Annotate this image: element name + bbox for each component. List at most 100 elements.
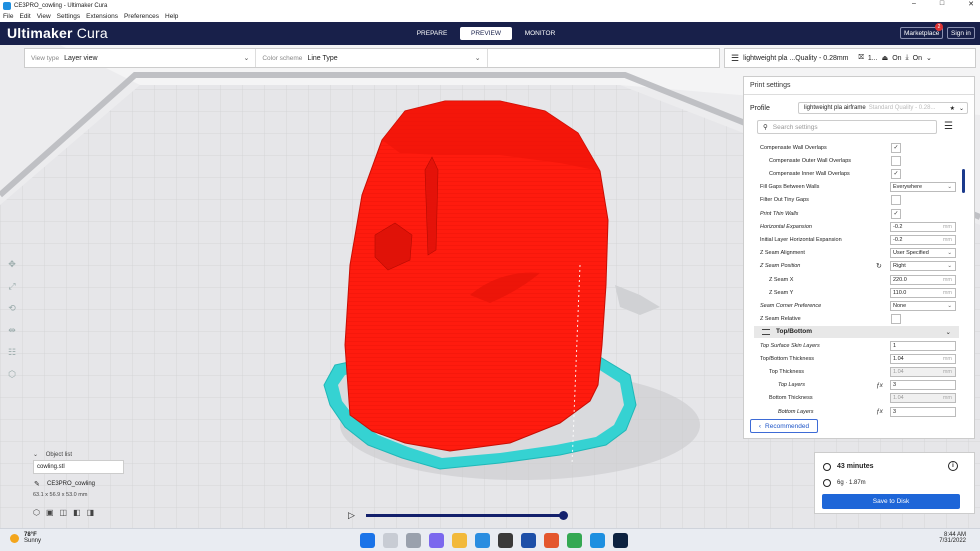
layer-slider-track[interactable] xyxy=(366,514,564,517)
menu-preferences[interactable]: Preferences xyxy=(124,13,159,20)
setting-dropdown[interactable]: User Specified ⌄ xyxy=(890,248,956,259)
chevron-down-icon: ⌄ xyxy=(926,55,932,62)
setting-checkbox[interactable] xyxy=(891,155,901,166)
support-blocker-icon[interactable]: ⬡ xyxy=(8,369,16,380)
setting-checkbox[interactable]: ✓ xyxy=(891,208,901,219)
menu-help[interactable]: Help xyxy=(165,13,178,20)
search-icon[interactable] xyxy=(383,533,398,548)
app-r-icon[interactable] xyxy=(521,533,536,548)
view-front-icon[interactable]: ▣ xyxy=(46,508,54,517)
tab-prepare[interactable]: PREPARE xyxy=(406,27,458,40)
task-view-icon[interactable] xyxy=(406,533,421,548)
photoshop-icon[interactable] xyxy=(613,533,628,548)
rotate-tool-icon[interactable]: ⟲ xyxy=(8,303,16,314)
per-model-settings-icon[interactable]: ☷ xyxy=(8,347,16,358)
setting-input[interactable]: 3 xyxy=(890,406,956,417)
camera-view-buttons: ⬡ ▣ ◫ ◧ ◨ xyxy=(33,508,94,517)
setting-checkbox[interactable]: ✓ xyxy=(891,168,901,179)
save-to-disk-button[interactable]: Save to Disk xyxy=(822,494,960,509)
view-left-icon[interactable]: ◧ xyxy=(73,508,81,517)
profile-select[interactable]: lightweight pla airframe Standard Qualit… xyxy=(798,102,968,114)
category-header[interactable]: Top/Bottom ⌄ xyxy=(754,325,959,338)
chrome-icon[interactable] xyxy=(567,533,582,548)
setting-label: Bottom Thickness xyxy=(769,395,813,402)
setting-unit: mm xyxy=(942,276,952,283)
tab-monitor[interactable]: MONITOR xyxy=(514,27,566,40)
move-tool-icon[interactable]: ✥ xyxy=(8,259,16,270)
menu-file[interactable]: File xyxy=(3,13,13,20)
infill-state: On xyxy=(912,54,922,62)
menu-settings[interactable]: Settings xyxy=(57,13,81,20)
adhesion-state: On xyxy=(892,54,902,62)
adhesion-icon: ⏏ xyxy=(881,55,889,62)
marketplace-badge: 2 xyxy=(935,23,943,31)
setting-input[interactable]: 1 xyxy=(890,340,956,351)
setting-row: Fill Gaps Between Walls Everywhere ⌄ xyxy=(744,181,976,194)
print-settings-summary[interactable]: ☰ lightweight pla ...Quality - 0.28mm ⛝ … xyxy=(724,48,976,68)
view-type-select[interactable]: View type Layer view ⌄ xyxy=(25,49,257,67)
cura-icon[interactable] xyxy=(590,533,605,548)
play-simulation-icon[interactable]: ▷ xyxy=(348,510,355,521)
info-icon[interactable]: i xyxy=(948,461,958,471)
setting-input[interactable]: 1.04 mm xyxy=(890,353,956,364)
chevron-down-icon: ⌄ xyxy=(947,184,952,191)
setting-dropdown[interactable]: None ⌄ xyxy=(890,300,956,311)
recommended-button[interactable]: ‹ Recommended xyxy=(750,419,818,433)
clock-date: 7/31/2022 xyxy=(939,538,966,544)
setting-input[interactable]: 110.0 mm xyxy=(890,287,956,298)
view-top-icon[interactable]: ◫ xyxy=(60,508,68,517)
setting-checkbox[interactable]: ✓ xyxy=(891,142,901,153)
view-type-label: View type xyxy=(31,54,60,62)
edge-icon[interactable] xyxy=(475,533,490,548)
close-button[interactable]: ✕ xyxy=(968,0,974,8)
menu-extensions[interactable]: Extensions xyxy=(86,13,118,20)
app-icon[interactable] xyxy=(544,533,559,548)
window-controls: – □ ✕ xyxy=(912,0,974,8)
setting-checkbox[interactable] xyxy=(891,314,901,325)
menu-view[interactable]: View xyxy=(37,13,51,20)
menu-edit[interactable]: Edit xyxy=(19,13,30,20)
setting-checkbox[interactable] xyxy=(891,195,901,206)
search-settings-input[interactable]: ⚲ Search settings xyxy=(757,120,937,134)
view-right-icon[interactable]: ◨ xyxy=(87,508,95,517)
search-icon: ⚲ xyxy=(763,124,768,131)
layer-slider-handle[interactable] xyxy=(559,511,568,520)
color-scheme-value: Line Type xyxy=(307,54,338,62)
file-explorer-icon[interactable] xyxy=(452,533,467,548)
star-icon[interactable]: ★ xyxy=(950,105,955,112)
setting-dropdown[interactable]: Everywhere ⌄ xyxy=(890,182,956,193)
object-list-toggle[interactable]: ⌄ Object list xyxy=(33,451,72,458)
sun-icon xyxy=(10,533,19,543)
store-icon[interactable] xyxy=(498,533,513,548)
reset-icon[interactable]: ↻ xyxy=(876,262,882,270)
settings-menu-icon[interactable]: ☰ xyxy=(944,121,953,132)
setting-input[interactable]: -0.2 mm xyxy=(890,221,956,232)
setting-dropdown[interactable]: Right ⌄ xyxy=(890,261,956,272)
setting-input[interactable]: 3 xyxy=(890,380,956,391)
system-clock[interactable]: 8:44 AM 7/31/2022 xyxy=(939,532,966,544)
mirror-tool-icon[interactable]: ⇹ xyxy=(8,325,16,336)
object-dimensions: 63.1 x 56.9 x 53.0 mm xyxy=(33,492,88,498)
start-icon[interactable] xyxy=(360,533,375,548)
setting-input[interactable]: -0.2 mm xyxy=(890,234,956,245)
menu-bar: File Edit View Settings Extensions Prefe… xyxy=(0,11,980,22)
category-icon xyxy=(762,328,770,335)
edit-icon[interactable]: ✎ xyxy=(34,480,40,488)
object-list-item[interactable]: cowling.stl xyxy=(33,460,124,474)
minimize-button[interactable]: – xyxy=(912,0,916,8)
setting-row: Compensate Wall Overlaps ✓ xyxy=(744,141,976,154)
setting-input[interactable]: 220.0 mm xyxy=(890,274,956,285)
scale-tool-icon[interactable]: ⤢ xyxy=(8,281,15,292)
chat-icon[interactable] xyxy=(429,533,444,548)
weather-widget[interactable]: 78°F Sunny xyxy=(10,532,41,544)
setting-unit: mm xyxy=(942,236,952,243)
setting-label: Compensate Wall Overlaps xyxy=(760,144,827,151)
settings-scrollbar[interactable] xyxy=(962,169,965,193)
view-3d-icon[interactable]: ⬡ xyxy=(33,508,40,517)
maximize-button[interactable]: □ xyxy=(940,0,944,8)
chevron-down-icon: ⌄ xyxy=(945,328,951,336)
tab-preview[interactable]: PREVIEW xyxy=(460,27,512,40)
settings-list[interactable]: Compensate Wall Overlaps ✓ Compensate Oute… xyxy=(744,141,976,417)
sign-in-button[interactable]: Sign in xyxy=(947,27,975,39)
color-scheme-select[interactable]: Color scheme Line Type ⌄ xyxy=(256,49,488,67)
